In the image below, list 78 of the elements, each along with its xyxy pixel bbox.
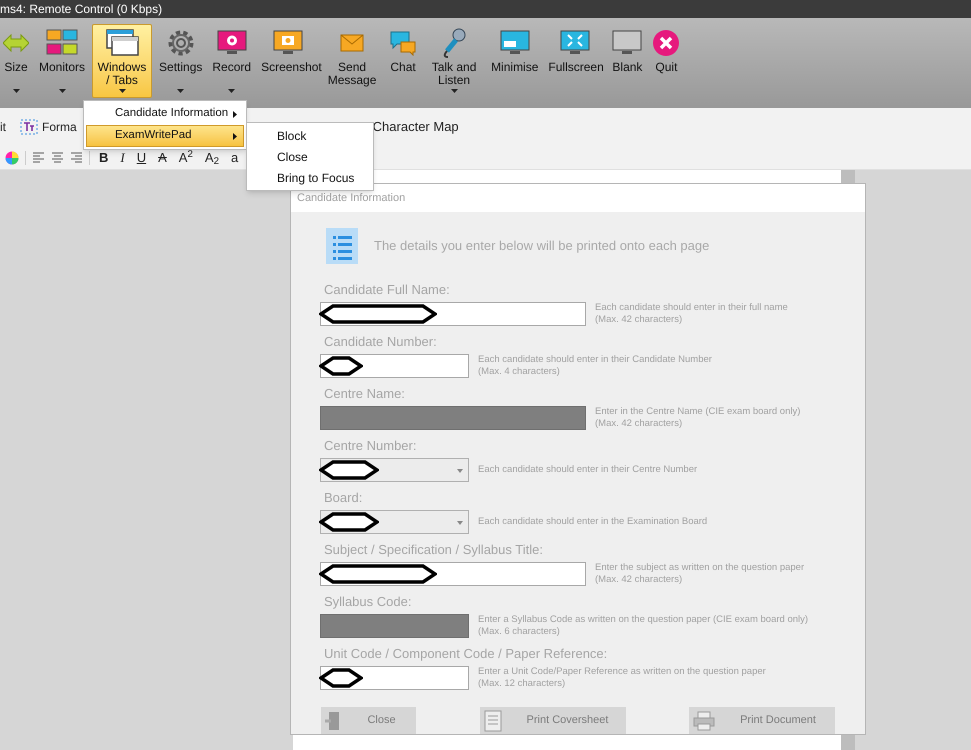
- format-button[interactable]: A$^{2}$: [176, 151, 196, 164]
- caret-icon: [457, 521, 463, 525]
- field-hint: Each candidate should enter in the Examination Board: [478, 516, 708, 528]
- toolbar-button[interactable]: Quit: [649, 24, 684, 98]
- field-hint: Enter the subject as written on the question paper (Max. 42 characters): [595, 562, 804, 586]
- close-icon: [652, 29, 680, 57]
- ribbon-label: it: [0, 119, 7, 136]
- blank-screen-icon: [612, 30, 642, 56]
- door-icon: [325, 710, 341, 730]
- envelope-icon: [340, 34, 364, 52]
- toolbar-button[interactable]: Settings: [156, 24, 206, 98]
- menu-item[interactable]: Close: [247, 146, 373, 167]
- toolbar-button[interactable]: Talk and Listen: [424, 24, 484, 98]
- toolbar-button[interactable]: Blank: [609, 24, 646, 98]
- menu-item[interactable]: ExamWritePad: [86, 125, 244, 147]
- dialog-intro: The details you enter below will be printed onto each page: [374, 237, 710, 256]
- menu-item[interactable]: Candidate Information: [86, 103, 244, 125]
- submenu-arrow-icon: [233, 110, 237, 118]
- field-label: Unit Code / Component Code / Paper Reference:: [323, 646, 608, 663]
- format-icon: [20, 119, 38, 135]
- field-label: Centre Name:: [323, 386, 406, 403]
- chat-bubbles-icon: [389, 30, 418, 56]
- monitors-icon: [46, 29, 78, 57]
- input-field[interactable]: [320, 562, 586, 586]
- field-label: Syllabus Code:: [323, 594, 412, 611]
- list-icon: [326, 228, 358, 264]
- toolbar-button[interactable]: Send Message: [322, 24, 382, 98]
- field-label: Board:: [323, 490, 364, 507]
- toolbar-button[interactable]: Chat: [386, 24, 420, 98]
- toolbar-button[interactable]: Record: [209, 24, 254, 98]
- toolbar-button[interactable]: Size: [0, 24, 32, 98]
- align-left-icon: [32, 151, 45, 164]
- field-label: Candidate Full Name:: [323, 282, 451, 299]
- camera-screen-icon: [273, 30, 304, 56]
- field-label: Subject / Specification / Syllabus Title:: [323, 542, 544, 559]
- caret-icon: [457, 469, 463, 473]
- field-hint: Each candidate should enter in their Centre Number: [478, 464, 698, 476]
- toolbar-button[interactable]: Windows / Tabs: [92, 24, 152, 98]
- format-button[interactable]: a: [228, 151, 242, 164]
- submenu-arrow-icon: [233, 132, 237, 140]
- field-label: Candidate Number:: [323, 334, 438, 351]
- record-icon: [216, 30, 247, 56]
- dialog-title: Candidate Information: [297, 190, 406, 206]
- align-center-icon: [51, 151, 64, 164]
- align-right-icon: [70, 151, 83, 164]
- dropdown-field[interactable]: [320, 458, 469, 482]
- format-button[interactable]: I: [117, 151, 128, 164]
- window-title: ms4: Remote Control (0 Kbps): [0, 3, 162, 15]
- microphone-icon: [441, 27, 468, 59]
- toolbar-button[interactable]: Monitors: [36, 24, 88, 98]
- double-arrow-icon: [3, 32, 29, 54]
- windows-icon: [105, 28, 140, 58]
- format-button[interactable]: A$_{2}$: [202, 151, 222, 164]
- printer-icon: [693, 710, 715, 730]
- input-field[interactable]: [320, 666, 469, 690]
- format-button[interactable]: U: [134, 151, 150, 164]
- input-field[interactable]: [320, 302, 586, 326]
- settings-icon: [166, 28, 196, 58]
- minimise-screen-icon: [500, 30, 530, 56]
- format-button[interactable]: B: [96, 151, 112, 164]
- document-icon: [484, 710, 504, 732]
- fullscreen-icon: [560, 30, 590, 56]
- field-hint: Each candidate should enter in their Candidate Number (Max. 4 characters): [478, 354, 712, 378]
- color-wheel-icon: [5, 150, 19, 164]
- field-hint: Enter in the Centre Name (CIE exam board only) (Max. 42 characters): [595, 406, 800, 430]
- menu-item[interactable]: Block: [247, 125, 373, 146]
- toolbar-button[interactable]: Fullscreen: [545, 24, 606, 98]
- input-field[interactable]: [320, 354, 469, 378]
- dropdown-field[interactable]: [320, 510, 469, 534]
- ribbon-label: Forma: [42, 119, 77, 136]
- toolbar-button[interactable]: Minimise: [488, 24, 542, 98]
- field-hint: Enter a Unit Code/Paper Reference as written on the question paper (Max. 12 characters): [478, 666, 766, 690]
- field-hint: Each candidate should enter in their full name (Max. 42 characters): [595, 302, 788, 326]
- ribbon-label: Character Map: [372, 118, 459, 136]
- format-button[interactable]: A: [155, 151, 170, 164]
- menu-item[interactable]: Bring to Focus: [247, 167, 373, 188]
- field-label: Centre Number:: [323, 438, 418, 455]
- field-hint: Enter a Syllabus Code as written on the question paper (CIE exam board only) (Max. 6 characters): [478, 614, 808, 638]
